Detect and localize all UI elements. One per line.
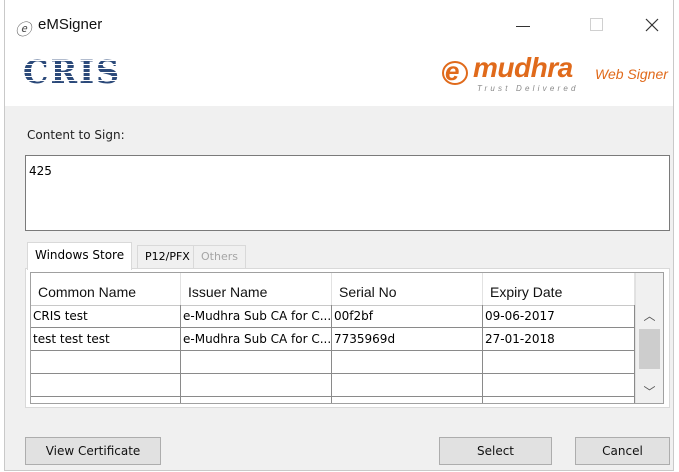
- view-certificate-button[interactable]: View Certificate: [25, 437, 161, 465]
- table-row[interactable]: test test test e-Mudhra Sub CA for C... …: [31, 328, 635, 351]
- vertical-scrollbar[interactable]: ︿ ﹀: [635, 273, 663, 403]
- minimize-button[interactable]: [503, 10, 543, 40]
- logo-banner: CRIS e mudhra Web Signer Trust Delivered: [5, 48, 673, 106]
- scroll-thumb[interactable]: [639, 329, 660, 369]
- tab-others: Others: [193, 245, 246, 268]
- cell-empty: [483, 374, 635, 396]
- cell-common-name[interactable]: test test test: [31, 328, 181, 350]
- content-to-sign-label: Content to Sign:: [27, 128, 125, 142]
- emudhra-tagline: Trust Delivered: [477, 84, 579, 93]
- column-header-serial-no[interactable]: Serial No: [332, 273, 483, 305]
- cell-serial-no[interactable]: 7735969d: [332, 328, 483, 350]
- column-header-issuer-name[interactable]: Issuer Name: [181, 273, 332, 305]
- cell-empty: [31, 397, 181, 403]
- windows-store-panel: Common Name Issuer Name Serial No Expiry…: [25, 268, 670, 408]
- e-circle-icon: ⓔ: [15, 20, 32, 39]
- scroll-down-arrow-icon[interactable]: ﹀: [636, 383, 663, 401]
- cell-common-name[interactable]: CRIS test: [31, 305, 181, 327]
- tab-windows-store[interactable]: Windows Store: [27, 242, 133, 270]
- cris-logo: CRIS: [23, 53, 122, 91]
- column-header-common-name[interactable]: Common Name: [31, 273, 181, 305]
- close-icon: [645, 18, 659, 32]
- cell-empty: [31, 351, 181, 373]
- certificate-table: Common Name Issuer Name Serial No Expiry…: [30, 272, 664, 404]
- cell-expiry-date[interactable]: 27-01-2018: [483, 328, 635, 350]
- close-button[interactable]: [635, 10, 669, 40]
- scroll-up-arrow-icon[interactable]: ︿: [636, 307, 663, 325]
- cell-issuer-name[interactable]: e-Mudhra Sub CA for C...: [181, 328, 332, 350]
- window-title: eMSigner: [38, 16, 103, 33]
- table-body: CRIS test e-Mudhra Sub CA for C... 00f2b…: [31, 305, 635, 403]
- cell-empty: [332, 374, 483, 396]
- title-bar: ⓔ eMSigner: [5, 0, 673, 48]
- emudhra-product-name: Web Signer: [595, 66, 668, 82]
- cell-empty: [181, 397, 332, 403]
- emudhra-e-mark: e: [441, 56, 469, 86]
- content-to-sign-field[interactable]: 425: [25, 155, 670, 231]
- emudhra-logo: e mudhra Web Signer Trust Delivered: [441, 52, 673, 98]
- table-row-empty: [31, 374, 635, 397]
- cell-empty: [332, 397, 483, 403]
- table-row[interactable]: CRIS test e-Mudhra Sub CA for C... 00f2b…: [31, 305, 635, 328]
- cell-empty: [332, 351, 483, 373]
- emsigner-window: ⓔ eMSigner CRIS e mudhra Web Signer Trus…: [4, 0, 674, 471]
- emudhra-wordmark: mudhra: [473, 52, 573, 83]
- table-row-empty: [31, 397, 635, 403]
- maximize-button: [577, 10, 617, 40]
- column-header-expiry-date[interactable]: Expiry Date: [483, 273, 635, 305]
- table-header: Common Name Issuer Name Serial No Expiry…: [31, 273, 635, 306]
- cell-empty: [483, 351, 635, 373]
- cell-serial-no[interactable]: 00f2bf: [332, 305, 483, 327]
- cell-empty: [483, 397, 635, 403]
- cell-issuer-name[interactable]: e-Mudhra Sub CA for C...: [181, 305, 332, 327]
- cell-empty: [181, 351, 332, 373]
- cell-expiry-date[interactable]: 09-06-2017: [483, 305, 635, 327]
- table-row-empty: [31, 351, 635, 374]
- tab-p12-pfx[interactable]: P12/PFX: [137, 245, 198, 268]
- cell-empty: [181, 374, 332, 396]
- cell-empty: [31, 374, 181, 396]
- cancel-button[interactable]: Cancel: [575, 437, 670, 465]
- select-button[interactable]: Select: [439, 437, 552, 465]
